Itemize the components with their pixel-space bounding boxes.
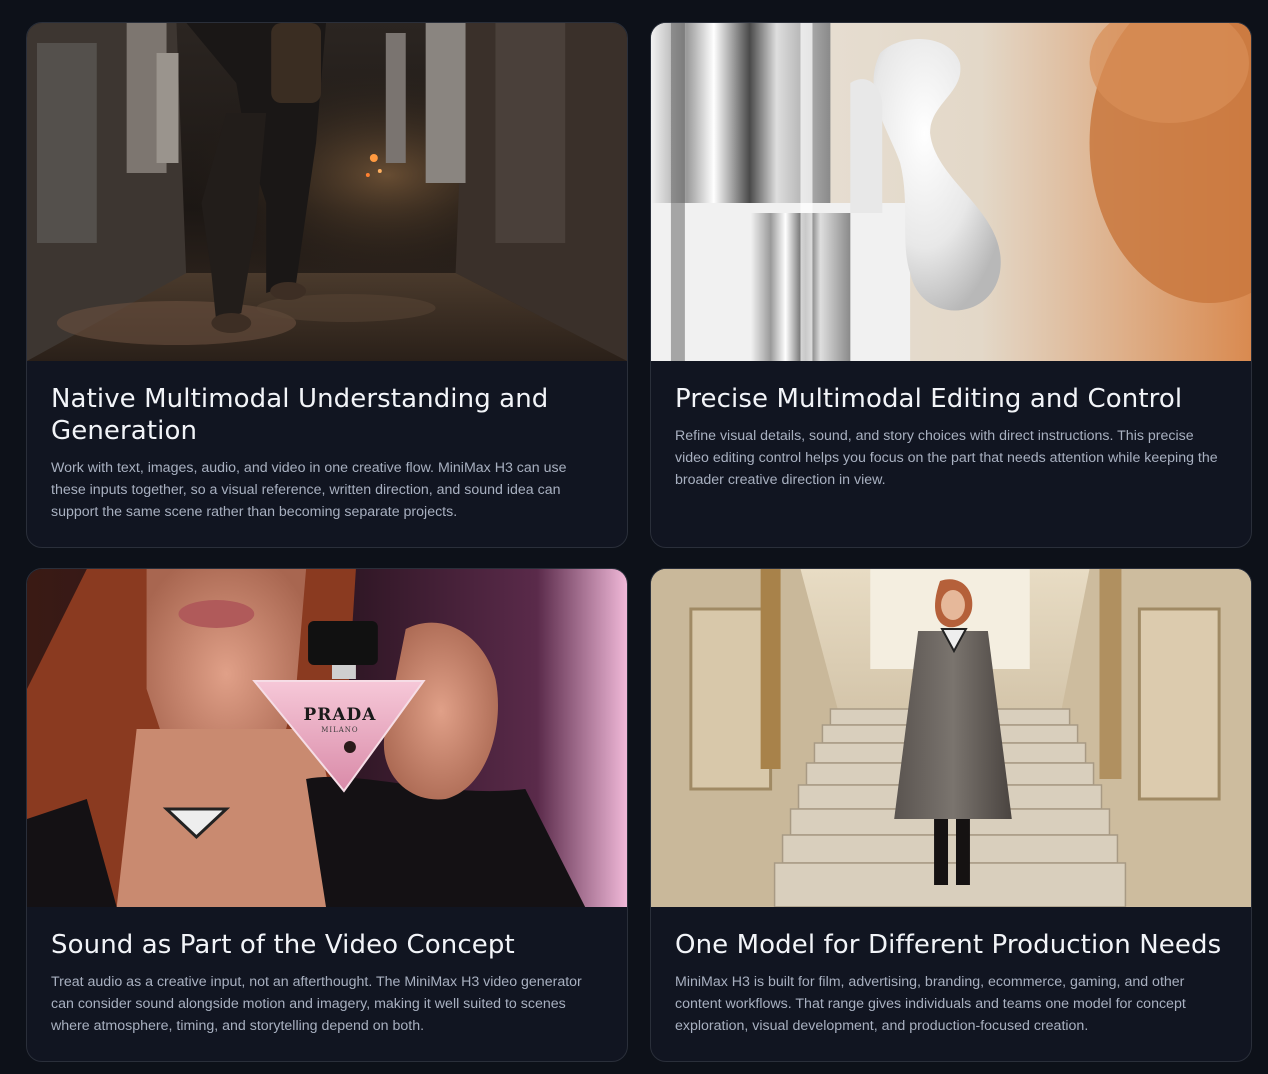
bottle-city-label: MILANO	[321, 726, 358, 734]
corridor-video-thumbnail	[27, 23, 627, 361]
perfume-video-thumbnail: PRADA MILANO	[27, 569, 627, 907]
feature-card-editing-control: Precise Multimodal Editing and Control R…	[650, 22, 1252, 548]
feature-description: Treat audio as a creative input, not an …	[51, 974, 582, 1034]
staircase-video-thumbnail	[651, 569, 1251, 907]
feature-description: Work with text, images, audio, and video…	[51, 460, 567, 520]
feature-card-production-needs: One Model for Different Production Needs…	[650, 568, 1252, 1062]
feature-title: Sound as Part of the Video Concept	[51, 930, 515, 960]
chrome-object-video-thumbnail	[651, 23, 1251, 361]
feature-title: Precise Multimodal Editing and Control	[675, 384, 1183, 414]
feature-card-content: One Model for Different Production Needs…	[651, 907, 1251, 1037]
feature-card-content: Precise Multimodal Editing and Control R…	[651, 361, 1251, 491]
feature-card-content: Native Multimodal Understanding and Gene…	[27, 361, 627, 523]
feature-description: Refine visual details, sound, and story …	[675, 428, 1218, 488]
feature-title: One Model for Different Production Needs	[675, 930, 1222, 960]
feature-card-content: Sound as Part of the Video Concept Treat…	[27, 907, 627, 1037]
feature-title: Native Multimodal Understanding and Gene…	[51, 384, 549, 446]
feature-description: MiniMax H3 is built for film, advertisin…	[675, 974, 1186, 1034]
bottle-brand-label: PRADA	[304, 705, 377, 725]
feature-card-sound-concept: PRADA MILANO Sound as Part of the Video …	[26, 568, 628, 1062]
feature-card-multimodal-understanding: Native Multimodal Understanding and Gene…	[26, 22, 628, 548]
